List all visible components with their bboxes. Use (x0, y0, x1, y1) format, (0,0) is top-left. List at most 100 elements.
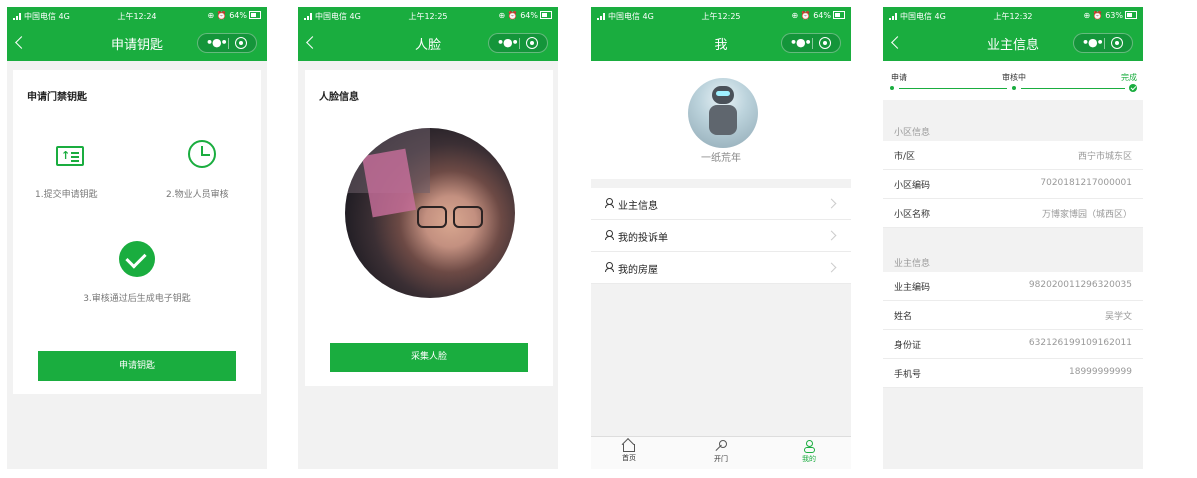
battery-icon (540, 11, 552, 19)
info-row-phone: 手机号 18999999999 (883, 359, 1143, 388)
section-title: 小区信息 (894, 128, 931, 138)
tab-bar: 首页 开门 我的 (591, 436, 851, 469)
status-bar: 中国电信 4G 上午12:25 ⊕ ⏰ 64% (298, 7, 558, 25)
person-icon (605, 198, 614, 208)
info-row-name: 姓名 吴学文 (883, 301, 1143, 330)
progress-dot (890, 86, 894, 90)
battery-status: ⊕ ⏰ 64% (791, 11, 845, 20)
info-key: 市/区 (894, 152, 916, 162)
progress-step-done: 完成 (1121, 73, 1137, 82)
face-photo (345, 128, 515, 298)
close-capsule-icon[interactable] (235, 37, 247, 49)
apply-key-button[interactable]: 申请钥匙 (38, 351, 236, 381)
info-row-community-name: 小区名称 万博家博园（城西区） (883, 199, 1143, 228)
step-3-label: 3.审核通过后生成电子钥匙 (83, 294, 191, 304)
card-title: 申请门禁钥匙 (27, 92, 87, 103)
tab-label: 开门 (714, 455, 728, 463)
more-icon[interactable]: •●• (1082, 36, 1104, 49)
chevron-right-icon (826, 198, 837, 209)
screen-me: 中国电信 4G 上午12:25 ⊕ ⏰ 64% 我 •●• 一纸荒年 业主信息 … (591, 7, 851, 469)
approval-progress: 申请 审核中 完成 (883, 61, 1143, 100)
upload-list-icon: ↑ (56, 146, 84, 166)
close-capsule-icon[interactable] (526, 37, 538, 49)
progress-step-review: 审核中 (1002, 73, 1026, 82)
check-circle-icon (119, 241, 155, 277)
more-icon[interactable]: •●• (790, 36, 812, 49)
nav-bar: 人脸 •●• (298, 25, 558, 61)
person-icon (605, 230, 614, 240)
battery-icon (1125, 11, 1137, 19)
key-icon (715, 440, 727, 452)
step-2-label: 2.物业人员审核 (166, 190, 229, 200)
section-title: 业主信息 (894, 259, 931, 269)
step-1-label: 1.提交申请钥匙 (35, 190, 98, 200)
tab-home[interactable]: 首页 (609, 440, 649, 463)
menu-item-complaints[interactable]: 我的投诉单 (591, 220, 851, 252)
menu-list: 业主信息 我的投诉单 我的房屋 (591, 188, 851, 284)
clock-icon (188, 140, 216, 168)
card-title: 人脸信息 (319, 92, 359, 103)
miniprogram-capsule: •●• (488, 33, 548, 53)
info-key: 业主编码 (894, 283, 931, 293)
progress-line (1021, 88, 1125, 89)
nav-bar: 申请钥匙 •●• (7, 25, 267, 61)
status-bar: 中国电信 4G 上午12:25 ⊕ ⏰ 64% (591, 7, 851, 25)
chevron-right-icon (826, 262, 837, 273)
capsule-divider (228, 38, 229, 49)
info-key: 身份证 (894, 341, 922, 351)
screen-face: 中国电信 4G 上午12:25 ⊕ ⏰ 64% 人脸 •●• 人脸信息 采集人脸 (298, 7, 558, 469)
miniprogram-capsule: •●• (1073, 33, 1133, 53)
battery-icon (833, 11, 845, 19)
info-value: 7020181217000001 (1040, 178, 1132, 188)
screen-apply-key: 中国电信 4G 上午12:24 ⊕ ⏰ 64% 申请钥匙 •●• 申请门禁钥匙 … (7, 7, 267, 469)
screen-owner-info: 中国电信 4G 上午12:32 ⊕ ⏰ 63% 业主信息 •●• 申请 审核中 … (883, 7, 1143, 469)
more-icon[interactable]: •●• (497, 36, 519, 49)
close-capsule-icon[interactable] (1111, 37, 1123, 49)
battery-status: ⊕ ⏰ 63% (1083, 11, 1137, 20)
battery-status: ⊕ ⏰ 64% (498, 11, 552, 20)
info-value: 18999999999 (1069, 367, 1132, 377)
person-icon (605, 262, 614, 272)
close-capsule-icon[interactable] (819, 37, 831, 49)
tab-label: 我的 (802, 455, 816, 463)
capsule-divider (812, 38, 813, 49)
capsule-divider (519, 38, 520, 49)
tab-label: 首页 (622, 454, 636, 462)
menu-item-label: 业主信息 (618, 201, 658, 212)
info-value: 万博家博园（城西区） (1041, 210, 1132, 220)
profile-name: 一纸荒年 (701, 153, 741, 164)
battery-status: ⊕ ⏰ 64% (207, 11, 261, 20)
avatar[interactable] (688, 78, 758, 148)
tab-open-door[interactable]: 开门 (701, 440, 741, 464)
nav-bar: 我 •●• (591, 25, 851, 61)
menu-item-owner-info[interactable]: 业主信息 (591, 188, 851, 220)
capsule-divider (1104, 38, 1105, 49)
menu-item-my-house[interactable]: 我的房屋 (591, 252, 851, 284)
section-header-community: 小区信息 (883, 105, 1143, 141)
status-bar: 中国电信 4G 上午12:32 ⊕ ⏰ 63% (883, 7, 1143, 25)
nav-bar: 业主信息 •●• (883, 25, 1143, 61)
check-circle-icon (1129, 84, 1137, 92)
info-value: 982020011296320035 (1028, 280, 1132, 290)
progress-step-apply: 申请 (891, 73, 907, 82)
info-key: 小区编码 (894, 181, 931, 191)
capture-face-button[interactable]: 采集人脸 (330, 343, 528, 372)
info-row-district: 市/区 西宁市城东区 (883, 141, 1143, 170)
tab-me[interactable]: 我的 (789, 440, 829, 464)
info-key: 小区名称 (894, 210, 931, 220)
info-row-owner-code: 业主编码 982020011296320035 (883, 272, 1143, 301)
miniprogram-capsule: •●• (197, 33, 257, 53)
chevron-right-icon (826, 230, 837, 241)
info-key: 姓名 (894, 312, 913, 322)
section-header-owner: 业主信息 (883, 236, 1143, 272)
home-icon (623, 444, 635, 452)
menu-item-label: 我的房屋 (618, 265, 658, 276)
profile-header: 一纸荒年 (591, 61, 851, 179)
info-value: 632126199109162011 (1028, 338, 1132, 348)
menu-item-label: 我的投诉单 (618, 233, 668, 244)
info-row-id-card: 身份证 632126199109162011 (883, 330, 1143, 359)
more-icon[interactable]: •●• (206, 36, 228, 49)
progress-dot (1012, 86, 1016, 90)
status-bar: 中国电信 4G 上午12:24 ⊕ ⏰ 64% (7, 7, 267, 25)
info-value: 西宁市城东区 (1077, 152, 1132, 162)
